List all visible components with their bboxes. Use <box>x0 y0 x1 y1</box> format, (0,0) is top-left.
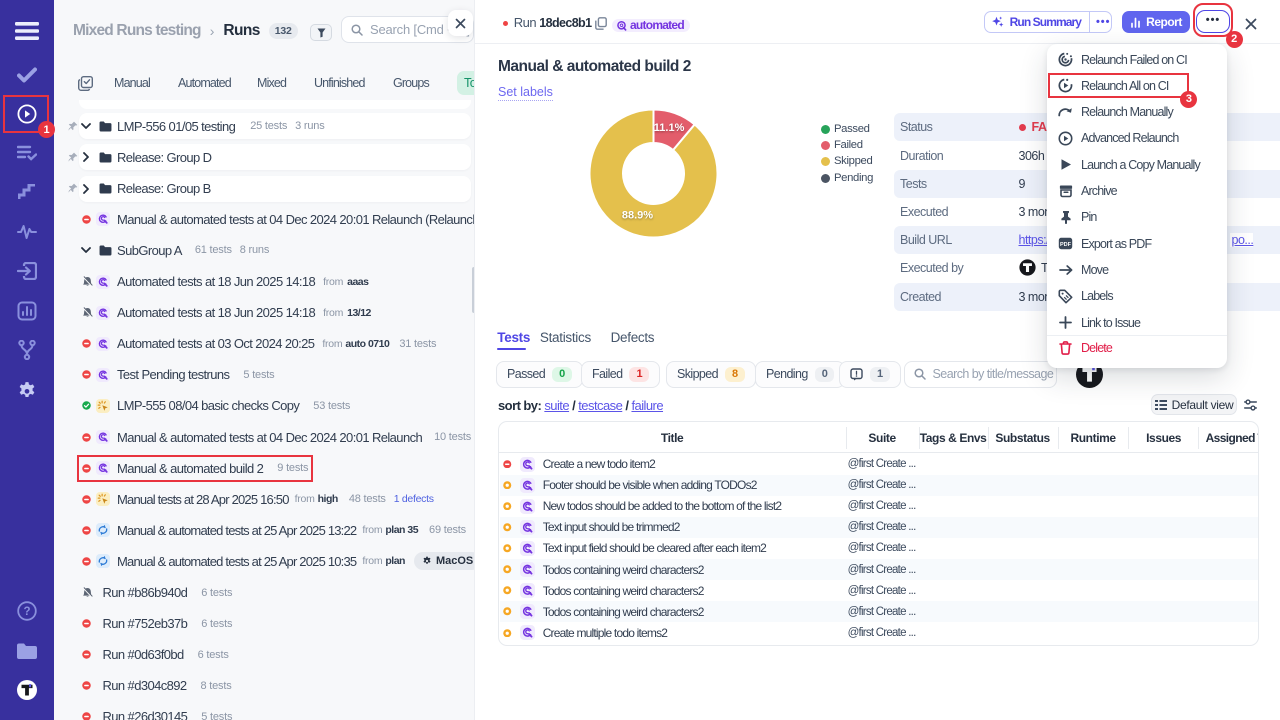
svg-text:?: ? <box>23 606 30 618</box>
svg-text:PDF: PDF <box>1060 242 1072 248</box>
svg-text:11.1%: 11.1% <box>654 122 685 134</box>
svg-text:88.9%: 88.9% <box>622 210 653 222</box>
